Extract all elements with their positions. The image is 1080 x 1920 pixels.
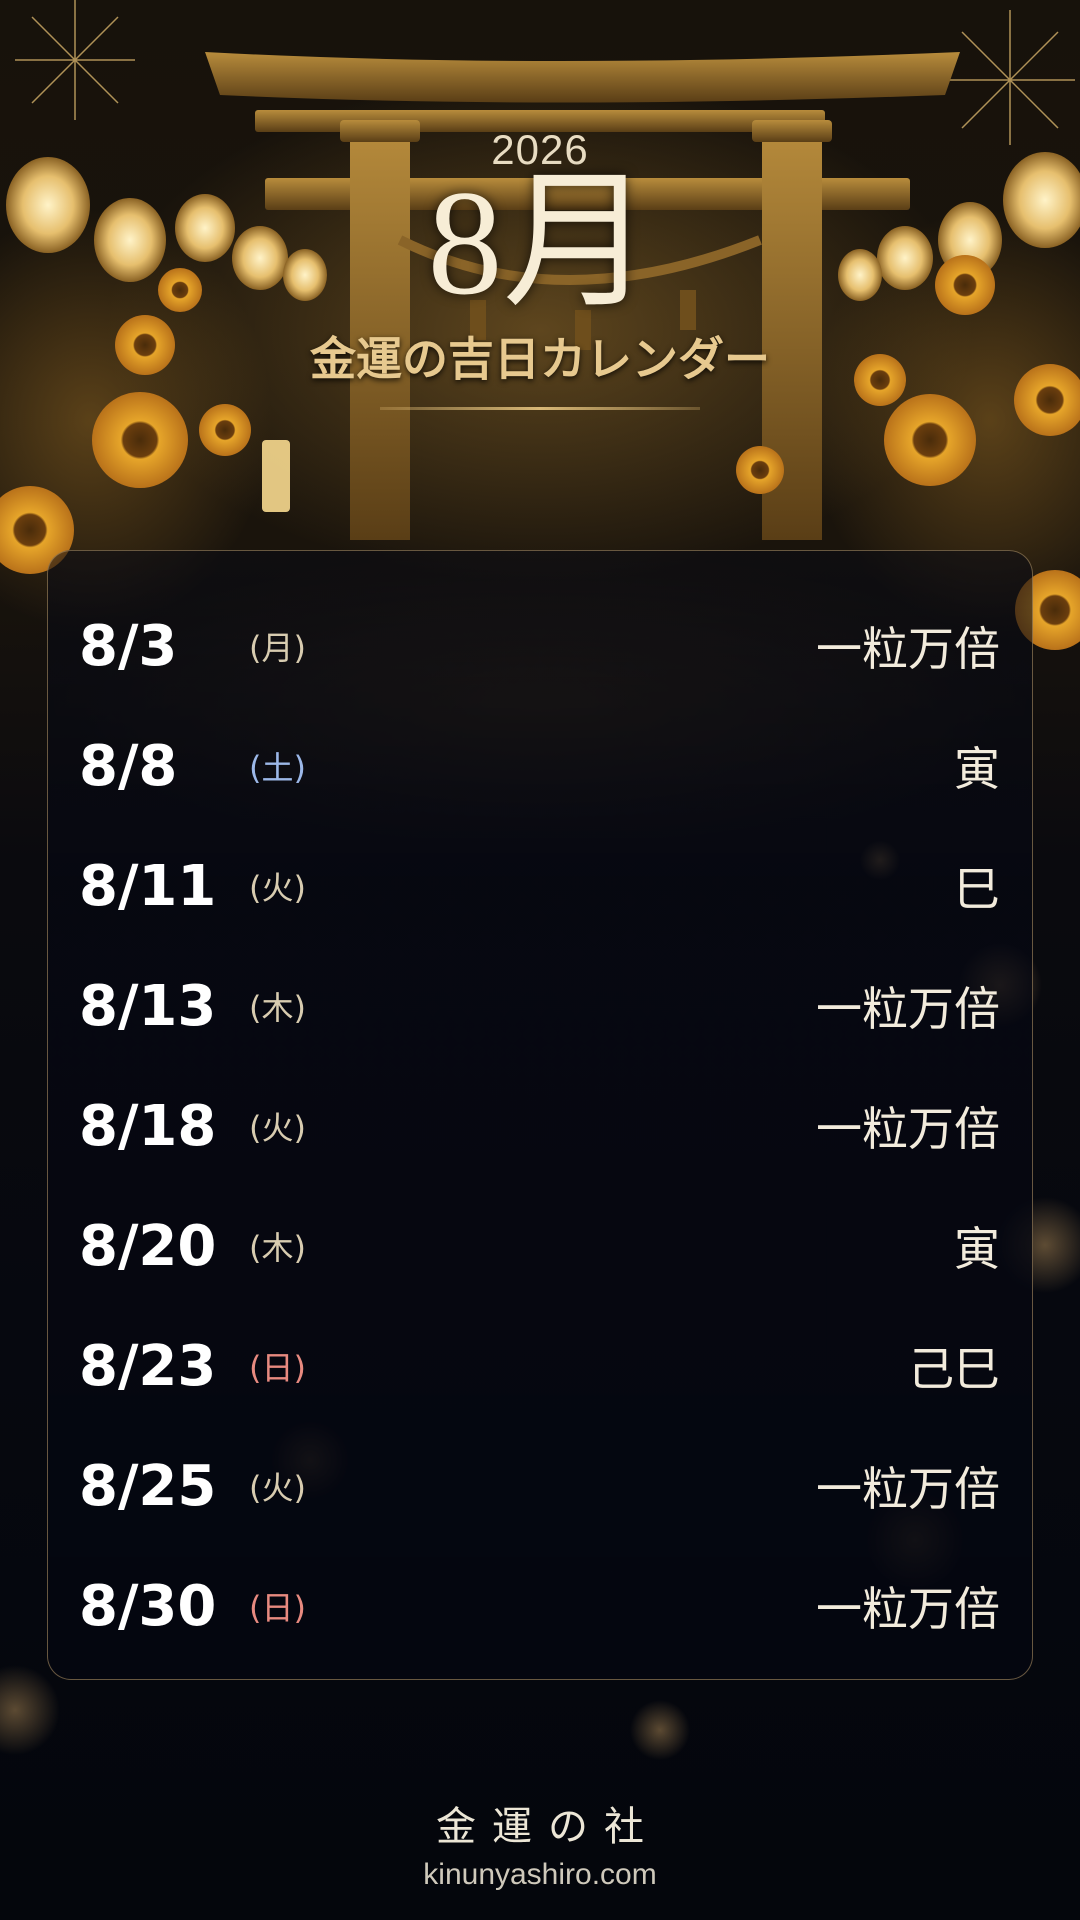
list-item: 8/20 (木) 寅 [48,1186,1032,1306]
fortune-label: 巳 [954,862,1000,916]
weekday-label: (日) [249,1349,306,1387]
list-item: 8/8 (土) 寅 [48,706,1032,826]
weekday-label: (火) [249,1469,306,1507]
weekday-label: (火) [249,1109,306,1147]
weekday-label: (木) [249,1229,306,1267]
fortune-label: 一粒万倍 [816,982,1000,1036]
title-divider [380,407,700,410]
lucky-days-list: 8/3 (月) 一粒万倍 8/8 (土) 寅 8/11 (火) 巳 8/13 (… [47,550,1033,1680]
list-item: 8/13 (木) 一粒万倍 [48,946,1032,1066]
date-label: 8/18 [79,1093,217,1159]
calendar-subtitle: 金運の吉日カレンダー [310,332,770,386]
date-label: 8/11 [79,853,217,919]
list-item: 8/11 (火) 巳 [48,826,1032,946]
list-item: 8/3 (月) 一粒万倍 [48,586,1032,706]
weekday-label: (火) [249,869,306,907]
brand-name: 金運の社 [436,1804,660,1850]
list-item: 8/25 (火) 一粒万倍 [48,1426,1032,1546]
footer: 金運の社 kinunyashiro.com [0,1800,1080,1892]
firework-icon [15,0,135,120]
date-label: 8/25 [79,1453,217,1519]
date-label: 8/8 [79,733,178,799]
weekday-label: (土) [249,749,306,787]
weekday-label: (木) [249,989,306,1027]
fortune-label: 一粒万倍 [816,1582,1000,1636]
calendar-header: 2026 8月 金運の吉日カレンダー [0,125,1080,410]
weekday-label: (月) [249,629,306,667]
date-label: 8/20 [79,1213,217,1279]
fortune-label: 寅 [954,1222,1000,1276]
month-title: 8月 [427,160,653,326]
fortune-label: 一粒万倍 [816,622,1000,676]
list-item: 8/18 (火) 一粒万倍 [48,1066,1032,1186]
date-label: 8/13 [79,973,217,1039]
fortune-label: 己巳 [908,1342,1000,1396]
fortune-label: 寅 [954,742,1000,796]
site-url: kinunyashiro.com [423,1858,657,1891]
weekday-label: (日) [249,1589,306,1627]
date-label: 8/23 [79,1333,217,1399]
date-label: 8/3 [79,613,178,679]
list-item: 8/30 (日) 一粒万倍 [48,1546,1032,1666]
fortune-label: 一粒万倍 [816,1102,1000,1156]
list-item: 8/23 (日) 己巳 [48,1306,1032,1426]
date-label: 8/30 [79,1573,217,1639]
fortune-label: 一粒万倍 [816,1462,1000,1516]
